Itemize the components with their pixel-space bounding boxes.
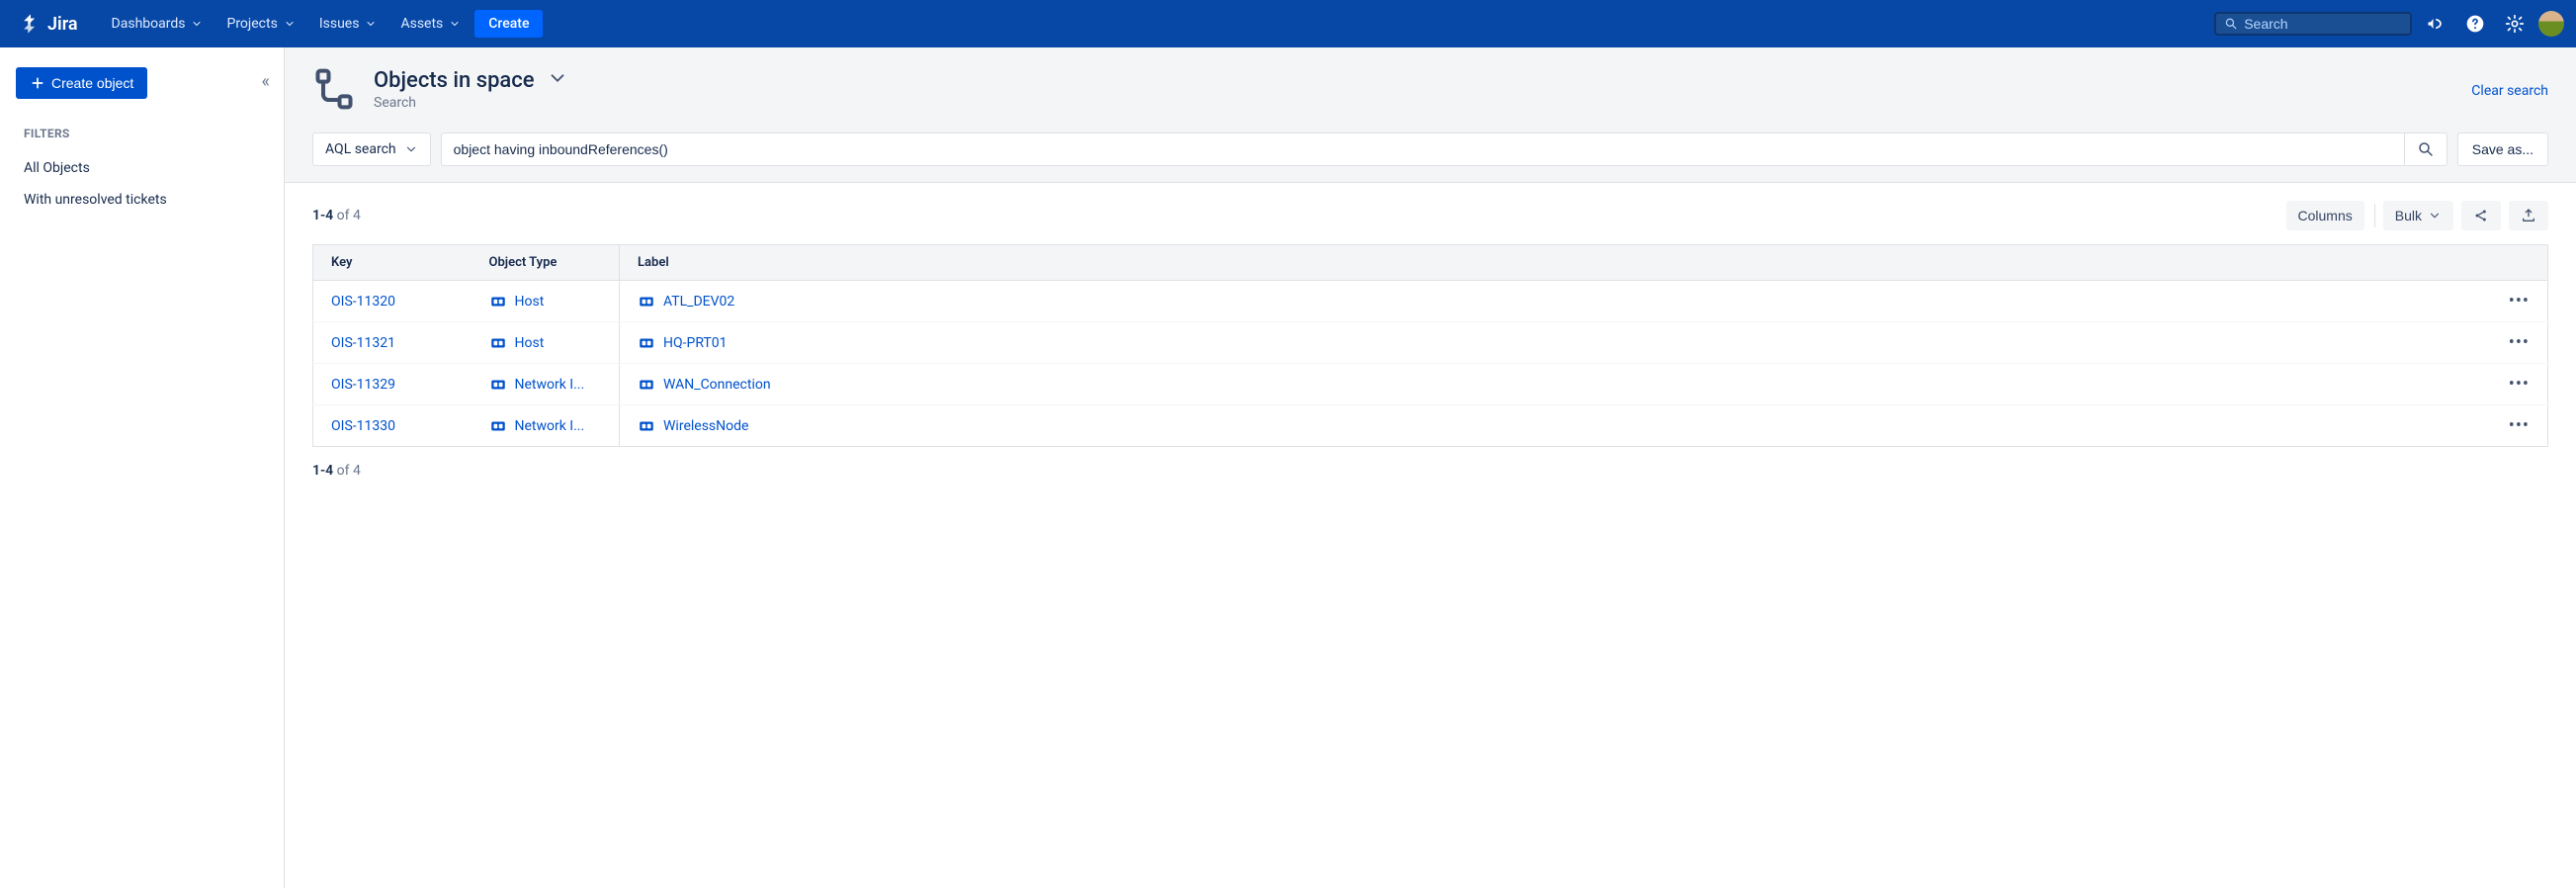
bulk-button[interactable]: Bulk <box>2383 201 2453 230</box>
columns-button[interactable]: Columns <box>2286 201 2364 230</box>
collapse-sidebar[interactable]: « <box>262 71 270 92</box>
nav-dashboards[interactable]: Dashboards <box>102 10 214 38</box>
megaphone-icon <box>2426 14 2446 34</box>
results-table: Key Object Type Label OIS-11320 Host ATL… <box>312 244 2548 447</box>
toolbar-divider <box>2374 204 2375 227</box>
run-search-button[interactable] <box>2404 133 2447 166</box>
feedback-button[interactable] <box>2420 8 2451 40</box>
search-icon <box>2417 140 2435 158</box>
chevron-down-icon <box>449 18 461 30</box>
object-type-link[interactable]: Network I... <box>515 377 585 393</box>
table-row: OIS-11329 Network I... WAN_Connection ••… <box>313 364 2548 405</box>
clear-search-link[interactable]: Clear search <box>2471 83 2548 99</box>
create-object-button[interactable]: Create object <box>16 67 147 99</box>
top-navigation: Jira Dashboards Projects Issues Assets C… <box>0 0 2576 47</box>
filters-heading: FILTERS <box>24 127 268 140</box>
col-actions <box>2491 245 2548 281</box>
object-label-icon <box>638 334 655 352</box>
table-row: OIS-11320 Host ATL_DEV02 ••• <box>313 281 2548 322</box>
filter-unresolved-tickets[interactable]: With unresolved tickets <box>16 184 268 216</box>
object-type-link[interactable]: Network I... <box>515 418 585 434</box>
chevron-down-icon <box>547 67 568 89</box>
chevron-down-icon <box>284 18 296 30</box>
search-row: AQL search Save as... <box>285 133 2576 182</box>
object-key-link[interactable]: OIS-11321 <box>331 335 395 351</box>
object-label-icon <box>638 376 655 394</box>
table-row: OIS-11330 Network I... WirelessNode ••• <box>313 405 2548 447</box>
global-search[interactable] <box>2214 12 2412 36</box>
schema-dropdown[interactable] <box>547 67 568 93</box>
object-type-icon <box>489 376 507 394</box>
object-type-icon <box>489 293 507 311</box>
settings-button[interactable] <box>2499 8 2531 40</box>
jira-icon <box>20 13 42 35</box>
object-label-link[interactable]: ATL_DEV02 <box>663 294 734 310</box>
object-type-link[interactable]: Host <box>515 335 545 351</box>
col-type[interactable]: Object Type <box>472 245 620 281</box>
export-button[interactable] <box>2509 201 2548 230</box>
main-area: Objects in space Search Clear search AQL… <box>285 47 2576 888</box>
object-label-link[interactable]: HQ-PRT01 <box>663 335 728 351</box>
product-name: Jira <box>47 14 78 35</box>
object-type-icon <box>489 417 507 435</box>
object-type-icon <box>489 334 507 352</box>
nav-issues[interactable]: Issues <box>309 10 387 38</box>
page-title: Objects in space <box>374 68 535 93</box>
row-actions-button[interactable]: ••• <box>2509 291 2530 311</box>
page-subtitle: Search <box>374 95 2453 111</box>
row-actions-button[interactable]: ••• <box>2509 415 2530 436</box>
nav-assets[interactable]: Assets <box>390 10 471 38</box>
chevron-down-icon <box>365 18 377 30</box>
help-icon <box>2465 14 2485 34</box>
object-label-icon <box>638 417 655 435</box>
search-icon <box>2224 16 2238 32</box>
gear-icon <box>2505 14 2525 34</box>
share-icon <box>2473 208 2489 223</box>
results-count-top: 1-4 of 4 <box>312 208 361 223</box>
create-button[interactable]: Create <box>474 10 543 38</box>
object-label-link[interactable]: WirelessNode <box>663 418 748 434</box>
user-avatar[interactable] <box>2538 11 2564 37</box>
share-button[interactable] <box>2461 201 2501 230</box>
object-key-link[interactable]: OIS-11329 <box>331 377 395 393</box>
save-as-button[interactable]: Save as... <box>2457 133 2548 166</box>
col-label[interactable]: Label <box>620 245 2491 281</box>
sidebar: Create object « FILTERS All Objects With… <box>0 47 285 888</box>
results-toolbar: 1-4 of 4 Columns Bulk <box>312 201 2548 230</box>
table-header-row: Key Object Type Label <box>313 245 2548 281</box>
table-row: OIS-11321 Host HQ-PRT01 ••• <box>313 322 2548 364</box>
chevron-down-icon <box>191 18 203 30</box>
object-type-link[interactable]: Host <box>515 294 545 310</box>
jira-logo[interactable]: Jira <box>12 13 86 35</box>
filter-all-objects[interactable]: All Objects <box>16 152 268 184</box>
content-area: 1-4 of 4 Columns Bulk <box>285 182 2576 888</box>
nav-items: Dashboards Projects Issues Assets Create <box>102 10 544 38</box>
search-mode-select[interactable]: AQL search <box>312 133 431 166</box>
row-actions-button[interactable]: ••• <box>2509 332 2530 353</box>
page-header: Objects in space Search Clear search <box>285 47 2576 133</box>
help-button[interactable] <box>2459 8 2491 40</box>
nav-projects[interactable]: Projects <box>216 10 304 38</box>
export-icon <box>2521 208 2536 223</box>
schema-icon <box>312 67 356 115</box>
object-key-link[interactable]: OIS-11320 <box>331 294 395 310</box>
row-actions-button[interactable]: ••• <box>2509 374 2530 395</box>
chevron-down-icon <box>404 142 418 156</box>
global-search-input[interactable] <box>2244 16 2402 32</box>
plus-icon <box>30 75 45 91</box>
aql-query-input[interactable] <box>441 133 2404 166</box>
col-key[interactable]: Key <box>313 245 472 281</box>
object-label-link[interactable]: WAN_Connection <box>663 377 771 393</box>
object-key-link[interactable]: OIS-11330 <box>331 418 395 434</box>
results-count-bottom: 1-4 of 4 <box>312 463 2548 479</box>
chevron-down-icon <box>2428 209 2442 222</box>
object-label-icon <box>638 293 655 311</box>
